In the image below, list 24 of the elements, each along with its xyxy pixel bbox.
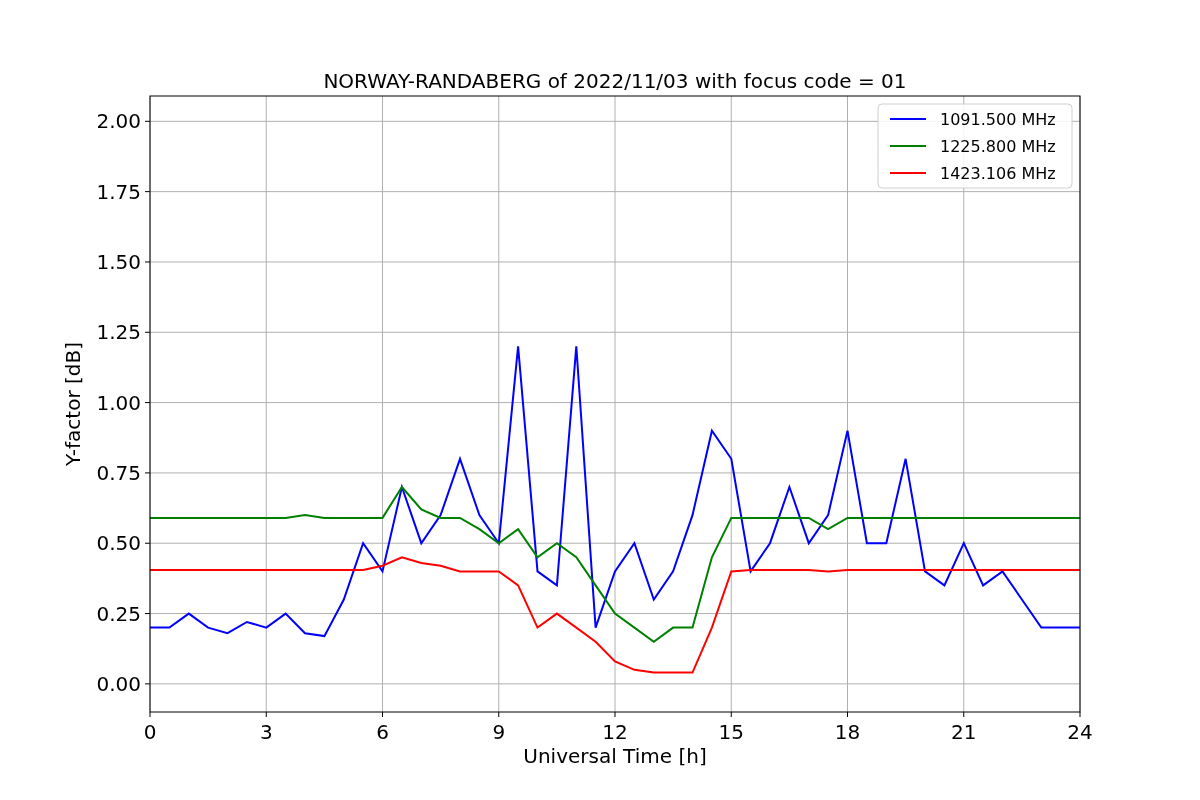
y-tick-label: 1.75: [96, 179, 141, 204]
x-axis-label: Universal Time [h]: [523, 744, 707, 768]
x-tick-label: 6: [376, 720, 389, 744]
x-tick-label: 9: [492, 720, 506, 744]
x-tick-label: 0: [143, 720, 157, 744]
y-tick-label: 0.25: [96, 601, 141, 626]
y-tick-label: 2.00: [96, 109, 141, 134]
y-tick-label: 1.50: [96, 249, 141, 274]
x-tick-label: 12: [602, 720, 628, 744]
legend-label: 1423.106 MHz: [940, 164, 1056, 183]
x-tick-label: 24: [1067, 720, 1093, 744]
y-tick-label: 0.50: [96, 531, 141, 556]
x-tick-label: 15: [718, 720, 744, 744]
x-tick-label: 21: [951, 720, 977, 744]
y-tick-label: 1.25: [96, 320, 141, 345]
legend-label: 1091.500 MHz: [940, 110, 1056, 129]
chart-title: NORWAY-RANDABERG of 2022/11/03 with focus code = 01: [323, 69, 907, 93]
y-tick-label: 0.00: [96, 671, 141, 696]
x-tick-label: 3: [259, 720, 273, 744]
legend-label: 1225.800 MHz: [940, 137, 1056, 156]
y-axis-label: Y-factor [dB]: [61, 342, 85, 466]
y-tick-label: 1.00: [96, 390, 141, 415]
y-tick-label: 0.75: [96, 460, 141, 485]
x-tick-label: 18: [834, 720, 861, 744]
